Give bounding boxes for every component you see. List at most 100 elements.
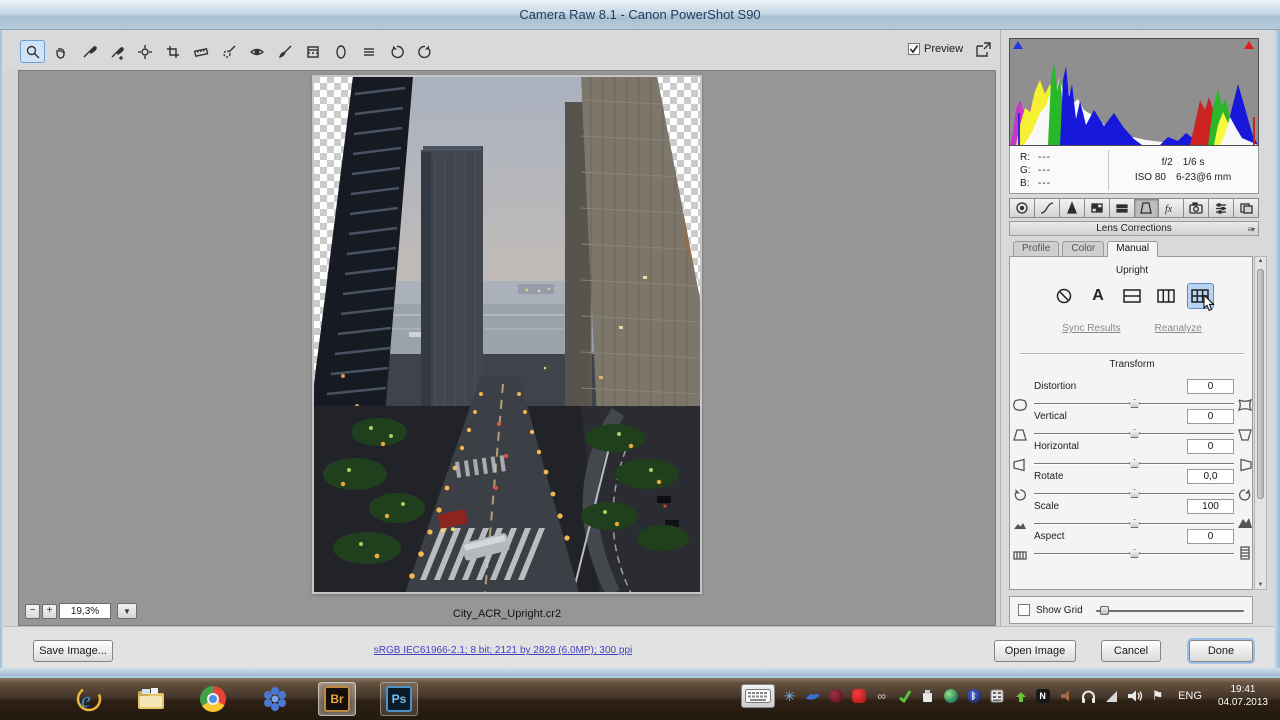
tab-camera-calibration[interactable]	[1184, 198, 1210, 218]
aspect-slider-thumb[interactable]	[1129, 549, 1140, 558]
camera-icon	[1189, 202, 1203, 214]
tab-hsl-grayscale[interactable]	[1084, 198, 1110, 218]
tab-color[interactable]: Color	[1062, 241, 1105, 256]
upright-level-button[interactable]	[1119, 283, 1146, 309]
zoom-tool-button[interactable]	[20, 40, 45, 63]
open-image-button[interactable]: Open Image	[994, 640, 1076, 662]
tray-red-app-icon[interactable]	[850, 688, 867, 705]
scroll-down-arrow[interactable]: ▼	[1258, 582, 1264, 588]
cancel-button[interactable]: Cancel	[1101, 640, 1161, 662]
preview-checkbox[interactable]	[908, 43, 920, 55]
flower-app-button[interactable]	[256, 682, 294, 716]
tray-link-icon[interactable]: ∞	[873, 688, 890, 705]
panel-scrollbar[interactable]: ▲ ▼	[1254, 256, 1267, 590]
scale-slider-thumb[interactable]	[1129, 519, 1140, 528]
distortion-value-field[interactable]	[1187, 379, 1234, 394]
taskbar-clock[interactable]: 19:41 04.07.2013	[1218, 683, 1268, 709]
preferences-button[interactable]	[356, 40, 381, 63]
file-explorer-button[interactable]	[132, 682, 170, 716]
vertical-value-field[interactable]	[1187, 409, 1234, 424]
highlight-clipping-indicator[interactable]	[1244, 41, 1255, 50]
aspect-slider[interactable]	[1034, 549, 1234, 558]
workflow-options-link[interactable]: sRGB IEC61966-2.1; 8 bit; 2121 by 2828 (…	[3, 645, 1003, 656]
shadow-clipping-indicator[interactable]	[1013, 41, 1024, 50]
network-signal-icon[interactable]	[1103, 688, 1120, 705]
horizontal-slider-thumb[interactable]	[1129, 459, 1140, 468]
hand-tool-button[interactable]	[48, 40, 73, 63]
tab-profile[interactable]: Profile	[1013, 241, 1060, 256]
upright-auto-button[interactable]: A	[1085, 283, 1112, 309]
tab-snapshots[interactable]	[1234, 198, 1260, 218]
tab-basic[interactable]	[1009, 198, 1035, 218]
tray-green-arrow-icon[interactable]	[1011, 688, 1028, 705]
show-grid-checkbox[interactable]	[1018, 604, 1030, 616]
tab-detail[interactable]	[1059, 198, 1085, 218]
tray-device-icon[interactable]	[919, 688, 936, 705]
tab-presets[interactable]	[1209, 198, 1235, 218]
scale-slider[interactable]	[1034, 519, 1234, 528]
crop-tool-button[interactable]	[160, 40, 185, 63]
aspect-value-field[interactable]	[1187, 529, 1234, 544]
toggle-fullscreen-button[interactable]	[971, 39, 995, 61]
panel-menu-icon[interactable]: ≡▾	[1247, 225, 1255, 234]
graduated-filter-tool-button[interactable]	[300, 40, 325, 63]
tray-bird-icon[interactable]	[804, 688, 821, 705]
grid-size-slider-thumb[interactable]	[1100, 606, 1109, 615]
preview-toggle[interactable]: Preview	[908, 43, 963, 55]
upright-full-button[interactable]	[1186, 283, 1215, 312]
scrollbar-thumb[interactable]	[1257, 269, 1264, 499]
reanalyze-link[interactable]: Reanalyze	[1155, 323, 1202, 334]
tab-effects[interactable]: fx	[1159, 198, 1185, 218]
photoshop-button[interactable]: Ps	[380, 682, 418, 716]
tray-green-sync-icon[interactable]	[896, 688, 913, 705]
sync-results-link[interactable]: Sync Results	[1062, 323, 1120, 334]
adjustment-brush-tool-button[interactable]	[272, 40, 297, 63]
vertical-slider[interactable]	[1034, 429, 1234, 438]
tab-lens-corrections[interactable]	[1134, 198, 1160, 218]
rotate-value-field[interactable]	[1187, 469, 1234, 484]
window-titlebar[interactable]: Camera Raw 8.1 - Canon PowerShot S90	[0, 0, 1280, 30]
horizontal-value-field[interactable]	[1187, 439, 1234, 454]
tray-n-badge-icon[interactable]: N	[1034, 688, 1051, 705]
chrome-button[interactable]	[194, 682, 232, 716]
scale-value-field[interactable]	[1187, 499, 1234, 514]
horizontal-slider[interactable]	[1034, 459, 1234, 468]
rotate-right-button[interactable]	[412, 40, 437, 63]
tab-split-toning[interactable]	[1109, 198, 1135, 218]
done-button[interactable]: Done	[1189, 640, 1253, 662]
radial-filter-tool-button[interactable]	[328, 40, 353, 63]
language-indicator[interactable]: ENG	[1178, 690, 1202, 702]
rotate-left-button[interactable]	[384, 40, 409, 63]
tray-snowflake-icon[interactable]: ✳	[781, 688, 798, 705]
tray-headphones-icon[interactable]	[1080, 688, 1097, 705]
upright-vertical-button[interactable]	[1153, 283, 1180, 309]
white-balance-tool-button[interactable]	[76, 40, 101, 63]
tray-speaker-brown-icon[interactable]	[1057, 688, 1074, 705]
scroll-up-arrow[interactable]: ▲	[1258, 258, 1264, 264]
tray-bluetooth-icon[interactable]: ᛒ	[965, 688, 982, 705]
tray-ruby-icon[interactable]	[827, 688, 844, 705]
volume-icon[interactable]	[1126, 688, 1143, 705]
tray-calculator-icon[interactable]	[988, 688, 1005, 705]
rotate-slider[interactable]	[1034, 489, 1234, 498]
red-eye-tool-button[interactable]	[244, 40, 269, 63]
grid-size-slider[interactable]	[1096, 610, 1244, 612]
targeted-adjustment-tool-button[interactable]	[132, 40, 157, 63]
color-sampler-tool-button[interactable]	[104, 40, 129, 63]
photo-preview[interactable]	[312, 75, 702, 594]
image-canvas[interactable]: − + 19,3% ▼ City_ACR_Upright.cr2	[18, 70, 996, 626]
upright-off-button[interactable]	[1051, 283, 1078, 309]
spot-removal-tool-button[interactable]	[216, 40, 241, 63]
distortion-slider[interactable]	[1034, 399, 1234, 408]
tab-manual[interactable]: Manual	[1107, 241, 1159, 257]
tab-tone-curve[interactable]	[1034, 198, 1060, 218]
tray-globe-icon[interactable]	[942, 688, 959, 705]
internet-explorer-button[interactable]: e	[70, 682, 108, 716]
touch-keyboard-button[interactable]	[741, 684, 776, 708]
adobe-bridge-button[interactable]: Br	[318, 682, 356, 716]
distortion-slider-thumb[interactable]	[1129, 399, 1140, 408]
rotate-slider-thumb[interactable]	[1129, 489, 1140, 498]
vertical-slider-thumb[interactable]	[1129, 429, 1140, 438]
action-center-flag-icon[interactable]: ⚑	[1149, 688, 1166, 705]
straighten-tool-button[interactable]	[188, 40, 213, 63]
